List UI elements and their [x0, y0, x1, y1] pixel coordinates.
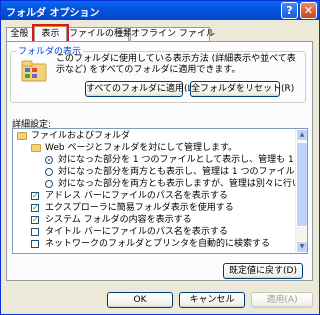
list-item-label: ネットワークのフォルダとプリンタを自動的に検索する — [45, 239, 271, 249]
list-item-label: エクスプローラに簡易フォルダ表示を使用する — [45, 203, 234, 213]
reset-all-folders-button[interactable]: 全フォルダをリセット(R) — [190, 81, 294, 97]
vertical-scrollbar[interactable]: ▲ ▼ — [295, 129, 307, 253]
checkbox[interactable] — [31, 202, 39, 213]
list-item-label: Web ページとフォルダを対にして管理します。 — [45, 143, 238, 153]
folder-options-dialog: フォルダ オプション ? ✕ 全般 表示 ファイルの種類 オフライン ファイル … — [0, 0, 320, 315]
window-title: フォルダ オプション — [6, 8, 100, 19]
apply-button[interactable]: 適用(A) — [251, 292, 313, 308]
tab-general[interactable]: 全般 — [6, 27, 33, 42]
radio-button[interactable] — [45, 168, 53, 176]
scroll-up-button[interactable]: ▲ — [296, 129, 307, 141]
restore-defaults-button[interactable]: 既定値に戻す(D) — [223, 263, 303, 279]
list-item-label: アドレス バーにファイルのパス名を表示する — [45, 191, 228, 201]
checkbox[interactable] — [31, 228, 39, 236]
list-item-label: 対になった部分を両方とも表示しますが、管理は別々に行います。 — [58, 179, 308, 189]
cancel-button[interactable]: キャンセル — [179, 292, 245, 308]
checkbox[interactable] — [31, 214, 39, 225]
list-item-label: 対になった部分を 1 つのファイルとして表示し、管理も 1 つのファイ — [58, 155, 307, 165]
checkbox[interactable] — [31, 240, 39, 248]
list-item-label: ファイルおよびフォルダ — [31, 131, 131, 141]
title-bar[interactable]: フォルダ オプション ? ✕ — [1, 1, 319, 20]
help-button[interactable]: ? — [281, 2, 298, 19]
folder-view-description: このフォルダに使用している表示方法 (詳細表示や並べて表示など) をすべてのフォ… — [56, 54, 296, 75]
apply-to-all-folders-button[interactable]: すべてのフォルダに適用(L) — [85, 81, 196, 97]
list-item-label: システム フォルダの内容を表示する — [45, 215, 192, 225]
folder-view-icon — [21, 60, 47, 82]
folder-icon — [17, 132, 27, 140]
folder-icon — [31, 144, 41, 152]
radio-button[interactable] — [45, 180, 53, 188]
scroll-thumb[interactable] — [296, 142, 307, 227]
scroll-down-button[interactable]: ▼ — [296, 241, 307, 253]
ok-button[interactable]: OK — [107, 292, 173, 308]
radio-button[interactable] — [45, 156, 53, 164]
list-item-label: タイトル バーにファイルのパス名を表示する — [45, 227, 228, 237]
checkbox[interactable] — [31, 190, 39, 201]
tab-file-types[interactable]: ファイルの種類 — [68, 27, 132, 42]
list-item-label: 対になった部分を両方とも表示し、管理は 1 つのファイルとして行 — [58, 167, 308, 177]
advanced-settings-list[interactable]: ファイルおよびフォルダ Web ページとフォルダを対にして管理します。 対になっ… — [12, 128, 308, 254]
tab-offline-files[interactable]: オフライン ファイル — [130, 27, 215, 42]
close-button[interactable]: ✕ — [300, 2, 317, 19]
